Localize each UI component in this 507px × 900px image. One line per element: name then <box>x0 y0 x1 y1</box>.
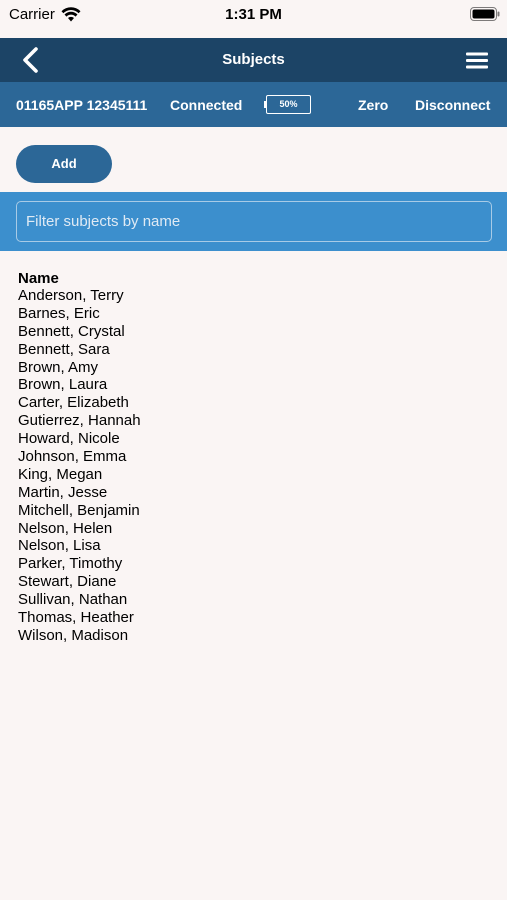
name-column-header: Name <box>18 270 59 287</box>
page-title: Subjects <box>222 51 285 68</box>
subject-list-item[interactable]: Barnes, Eric <box>18 305 141 323</box>
device-id: 01165APP 12345111 <box>16 97 148 113</box>
subject-list-item[interactable]: Stewart, Diane <box>18 573 141 591</box>
subject-list-item[interactable]: Johnson, Emma <box>18 448 141 466</box>
add-subject-button[interactable]: Add <box>16 145 112 183</box>
subject-list: Anderson, Terry Barnes, Eric Bennett, Crys… <box>18 287 141 645</box>
subject-list-item[interactable]: Sullivan, Nathan <box>18 591 141 609</box>
subject-list-item[interactable]: King, Megan <box>18 466 141 484</box>
device-status-bar: 01165APP 12345111 Connected 50% Zero Dis… <box>0 82 507 127</box>
status-time: 1:31 PM <box>225 6 282 23</box>
battery-icon <box>470 7 500 21</box>
subject-list-item[interactable]: Mitchell, Benjamin <box>18 502 141 520</box>
subject-list-item[interactable]: Brown, Amy <box>18 359 141 377</box>
subject-list-item[interactable]: Howard, Nicole <box>18 430 141 448</box>
zero-button[interactable]: Zero <box>358 97 388 113</box>
subject-list-item[interactable]: Bennett, Crystal <box>18 323 141 341</box>
subject-list-item[interactable]: Parker, Timothy <box>18 555 141 573</box>
subject-list-item[interactable]: Martin, Jesse <box>18 484 141 502</box>
subject-list-item[interactable]: Nelson, Helen <box>18 520 141 538</box>
connection-status: Connected <box>170 97 243 113</box>
subject-list-item[interactable]: Bennett, Sara <box>18 341 141 359</box>
subject-list-item[interactable]: Nelson, Lisa <box>18 537 141 555</box>
filter-subjects-input[interactable] <box>16 201 492 242</box>
subject-list-item[interactable]: Brown, Laura <box>18 376 141 394</box>
battery-level-icon: 50% <box>264 95 311 114</box>
subject-list-item[interactable]: Wilson, Madison <box>18 627 141 645</box>
subject-list-item[interactable]: Anderson, Terry <box>18 287 141 305</box>
subject-list-item[interactable]: Thomas, Heather <box>18 609 141 627</box>
hamburger-menu-icon[interactable] <box>466 52 488 69</box>
disconnect-button[interactable]: Disconnect <box>415 97 490 113</box>
subject-list-item[interactable]: Carter, Elizabeth <box>18 394 141 412</box>
filter-bar <box>0 192 507 251</box>
battery-level-label: 50% <box>266 95 311 114</box>
status-bar: Carrier 1:31 PM <box>0 0 507 38</box>
navigation-bar: Subjects <box>0 38 507 82</box>
subject-list-item[interactable]: Gutierrez, Hannah <box>18 412 141 430</box>
